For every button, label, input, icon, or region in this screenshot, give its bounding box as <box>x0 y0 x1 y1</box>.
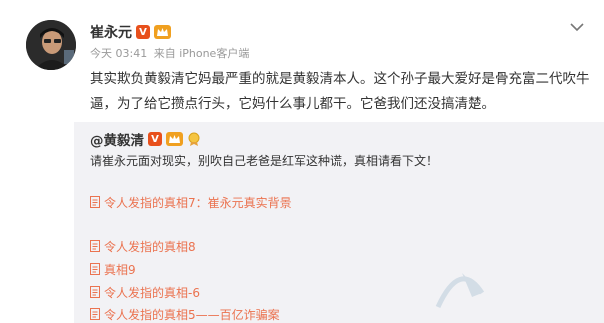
post-content: 其实欺负黄毅清它妈最严重的就是黄毅清本人。这个孙子最大爱好是骨充富二代吹牛逼，为… <box>90 71 590 112</box>
medal-icon <box>187 131 201 147</box>
repost-box: @黄毅清 V 请崔永元面对现实，别吹自己老爸是红军这种谎，真相请看下文！ 令人发… <box>74 122 604 323</box>
repost-link-label[interactable]: 令人发指的真相7：崔永元真实背景 <box>104 194 292 211</box>
vip-badge-icon <box>166 132 183 146</box>
author-line: 崔永元 V <box>90 22 171 42</box>
verified-badge-icon: V <box>136 25 150 39</box>
repost-link-label[interactable]: 令人发指的真相-6 <box>104 284 200 301</box>
post-time[interactable]: 今天 03:41 <box>90 47 147 60</box>
repost-link-label[interactable]: 令人发指的真相8 <box>104 238 196 255</box>
avatar[interactable] <box>26 20 76 70</box>
chevron-down-icon[interactable] <box>570 22 584 32</box>
post-source: 来自 iPhone客户端 <box>153 47 250 60</box>
document-icon <box>90 286 100 298</box>
document-icon <box>90 263 100 275</box>
document-icon <box>90 240 100 252</box>
author-name[interactable]: 崔永元 <box>90 22 132 42</box>
document-icon <box>90 308 100 320</box>
repost-link[interactable]: 真相9 <box>90 260 136 278</box>
repost-text: 请崔永元面对现实，别吹自己老爸是红军这种谎，真相请看下文！ <box>90 154 439 168</box>
weibo-post: 崔永元 V 今天 03:41 来自 iPhone客户端 其实欺负黄毅清它妈最严重… <box>0 0 604 323</box>
repost-author-line: @黄毅清 V <box>90 129 201 149</box>
document-icon <box>90 196 100 208</box>
repost-link[interactable]: 令人发指的真相7：崔永元真实背景 <box>90 193 292 211</box>
repost-author-name[interactable]: @黄毅清 <box>90 129 144 149</box>
vip-badge-icon <box>154 25 171 39</box>
repost-link-label[interactable]: 真相9 <box>104 261 136 278</box>
repost-link-label[interactable]: 令人发指的真相5——百亿诈骗案 <box>104 306 280 323</box>
verified-badge-icon: V <box>148 132 162 146</box>
repost-link[interactable]: 令人发指的真相8 <box>90 237 196 255</box>
repost-link[interactable]: 令人发指的真相-6 <box>90 283 200 301</box>
repost-link[interactable]: 令人发指的真相5——百亿诈骗案 <box>90 305 280 323</box>
post-meta: 今天 03:41 来自 iPhone客户端 <box>90 45 252 61</box>
